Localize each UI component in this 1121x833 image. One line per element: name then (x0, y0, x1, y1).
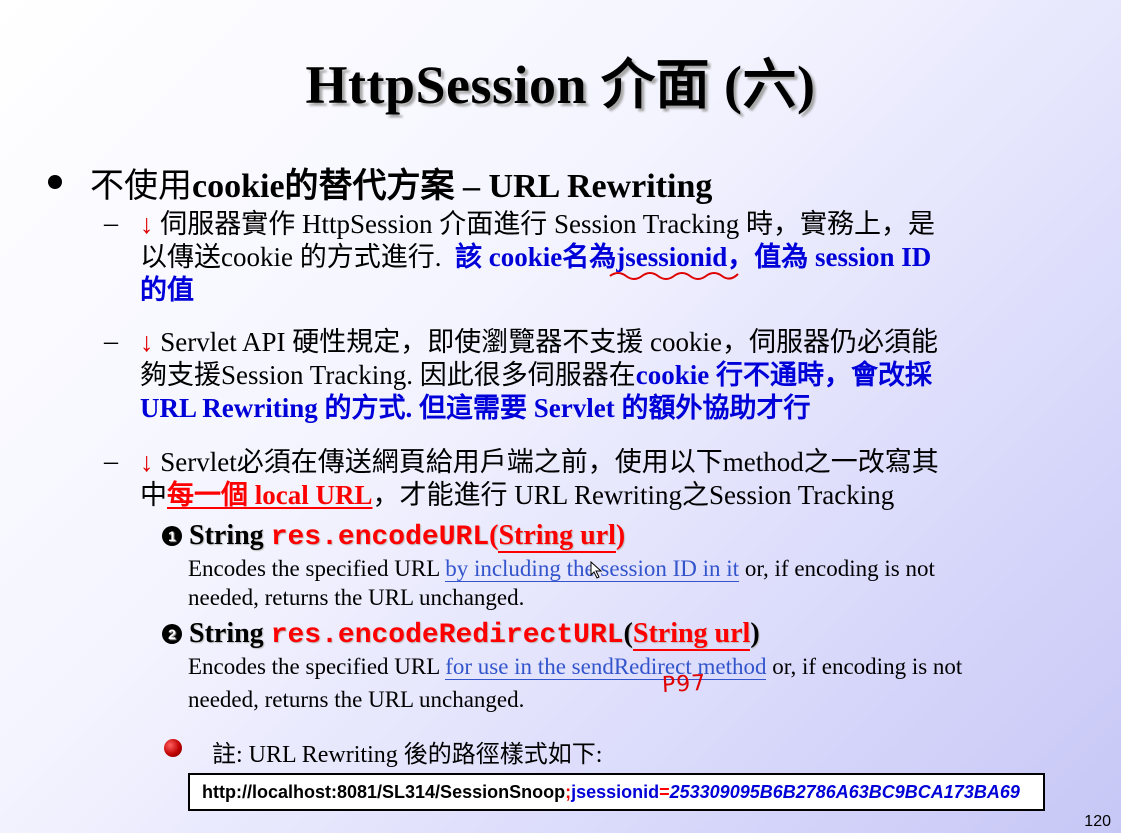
item1: ↓ 伺服器實作 HttpSession 介面進行 Session Trackin… (140, 208, 935, 307)
item3-dash: – (104, 446, 118, 477)
url-example-box: http://localhost:8081/SL314/SessionSnoop… (188, 773, 1045, 811)
item2-line1: ↓ Servlet API 硬性規定，即使瀏覽器不支援 cookie，伺服器仍必… (140, 327, 938, 357)
main-bullet-bold: cookie的替代方案 – URL Rewriting (192, 168, 713, 205)
item2: ↓ Servlet API 硬性規定，即使瀏覽器不支援 cookie，伺服器仍必… (140, 326, 938, 425)
main-bullet-dot (48, 175, 62, 189)
note-text: 註: URL Rewriting 後的路徑樣式如下: (212, 742, 603, 768)
page-number: 120 (1084, 813, 1111, 830)
down-arrow-icon: ↓ (140, 209, 154, 239)
item1-line3: 的值 (140, 275, 194, 305)
url-base: http://localhost:8081/SL314/SessionSnoop (202, 782, 566, 802)
item1-line1: ↓ 伺服器實作 HttpSession 介面進行 Session Trackin… (140, 209, 936, 239)
main-bullet-text: 不使用cookie的替代方案 – URL Rewriting (90, 158, 712, 207)
method-encodeRedirectURL: 2 String res.encodeRedirectURL(String ur… (162, 618, 760, 651)
session-id-value: 253309095B6B2786A63BC9BCA173BA69 (669, 782, 1020, 802)
jsessionid-annotated: jsessionid (609, 242, 739, 280)
note-bullet-icon (164, 739, 182, 757)
item1-line2: 以傳送cookie 的方式進行. 該 cookie名為jsessionid ，值為… (140, 241, 935, 280)
item3-line1: ↓ Servlet必須在傳送網頁給用戶端之前，使用以下method之一改寫其 (140, 447, 939, 477)
item2-line2: 夠支援Session Tracking. 因此很多伺服器在cookie 行不通時… (140, 360, 933, 390)
number-1-icon: 1 (162, 526, 182, 546)
handwritten-underline-icon (609, 272, 739, 280)
method1-description: Encodes the specified URL by including t… (188, 556, 935, 610)
slide-title: HttpSession 介面 (六) (305, 55, 816, 115)
handwritten-note: P97 (661, 670, 707, 699)
item1-dash: – (104, 208, 118, 239)
item2-dash: – (104, 326, 118, 357)
number-2-icon: 2 (162, 624, 182, 644)
item2-line3: URL Rewriting 的方式. 但這需要 Servlet 的額外協助才行 (140, 393, 811, 423)
down-arrow-icon: ↓ (140, 327, 154, 357)
down-arrow-icon: ↓ (140, 447, 154, 477)
item3-line2: 中每一個 local URL，才能進行 URL Rewriting之Sessio… (140, 480, 895, 510)
method2-highlight: for use in the sendRedirect method (445, 654, 767, 680)
method2-description: Encodes the specified URL for use in the… (188, 654, 963, 712)
method-encodeURL: 1 String res.encodeURL(String url) (162, 520, 625, 553)
item3: ↓ Servlet必須在傳送網頁給用戶端之前，使用以下method之一改寫其 中… (140, 446, 939, 512)
main-bullet-prefix: 不使用 (90, 168, 192, 205)
mouse-cursor-icon (590, 561, 603, 579)
